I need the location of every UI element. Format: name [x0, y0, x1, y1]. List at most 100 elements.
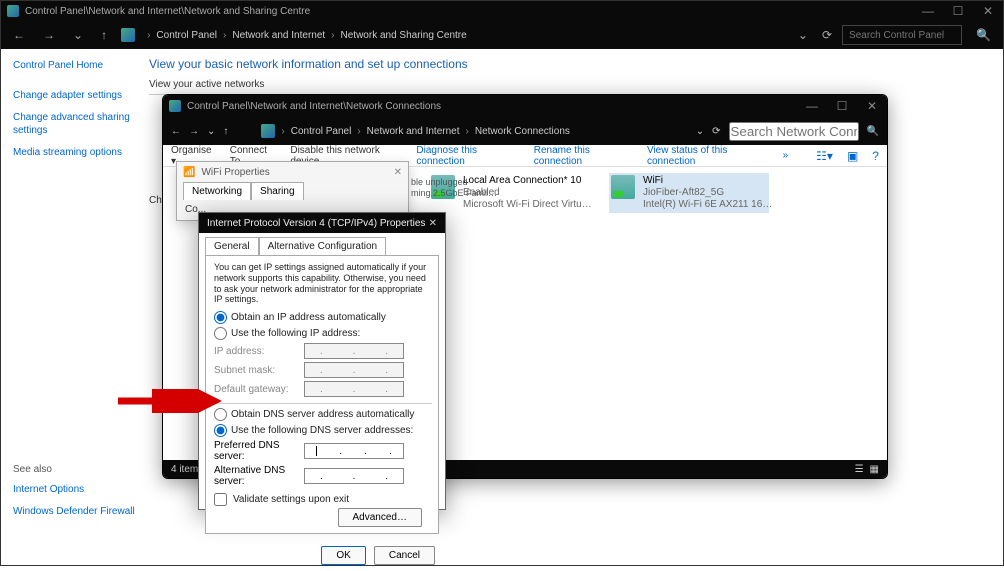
details-view-icon[interactable]: ☰ — [855, 464, 864, 475]
search-icon[interactable]: 🔍 — [972, 26, 995, 44]
nc-close[interactable]: ✕ — [857, 99, 887, 113]
nc-up[interactable]: ↑ — [223, 126, 228, 137]
ok-button[interactable]: OK — [321, 546, 365, 565]
ipv4-properties-dialog: Internet Protocol Version 4 (TCP/IPv4) P… — [198, 212, 446, 510]
diagnose-connection[interactable]: Diagnose this connection — [416, 145, 519, 167]
gateway-row: Default gateway: ... — [214, 381, 430, 397]
minimize-button[interactable]: — — [913, 4, 943, 18]
recent-button[interactable]: ⌄ — [69, 26, 87, 44]
tab-networking[interactable]: Networking — [183, 182, 251, 200]
radio-ip-manual-row[interactable]: Use the following IP address: — [214, 327, 430, 340]
alt-dns-label: Alternative DNS server: — [214, 465, 304, 487]
ipv4-tabs: General Alternative Configuration — [199, 233, 445, 255]
advanced-button[interactable]: Advanced… — [338, 508, 422, 527]
ip-address-input: ... — [304, 343, 404, 359]
nc-crumb-3[interactable]: Network Connections — [475, 126, 570, 137]
crumb-dropdown-icon[interactable]: ⌄ — [794, 26, 812, 44]
radio-ip-manual-label: Use the following IP address: — [231, 328, 360, 339]
sidebar-link-media[interactable]: Media streaming options — [13, 146, 137, 159]
ipv4-buttons: OK Cancel — [199, 540, 445, 571]
back-button[interactable]: ← — [9, 26, 29, 44]
crumb-1[interactable]: Control Panel — [156, 30, 217, 41]
sidebar-link-sharing[interactable]: Change advanced sharing settings — [13, 111, 137, 137]
adapter-device: Microsoft Wi-Fi Direct Virtual Ada... — [463, 199, 593, 211]
nc-forward[interactable]: → — [189, 126, 199, 137]
radio-dns-manual-label: Use the following DNS server addresses: — [231, 425, 413, 436]
nc-dropdown-icon[interactable]: ⌄ — [696, 126, 704, 137]
validate-checkbox[interactable] — [214, 493, 227, 506]
nc-search-input[interactable] — [729, 122, 859, 141]
preferred-dns-input[interactable]: ... — [304, 443, 404, 459]
ipv4-title: Internet Protocol Version 4 (TCP/IPv4) P… — [207, 218, 425, 229]
subnet-input: ... — [304, 362, 404, 378]
nc-search-icon[interactable]: 🔍 — [867, 126, 879, 137]
radio-ip-auto-row[interactable]: Obtain an IP address automatically — [214, 311, 430, 324]
ipv4-close[interactable]: ✕ — [429, 218, 437, 229]
gateway-label: Default gateway: — [214, 384, 304, 395]
validate-row[interactable]: Validate settings upon exit — [214, 493, 430, 506]
wifi-titlebar: 📶 WiFi Properties ✕ — [177, 162, 408, 182]
radio-ip-auto-label: Obtain an IP address automatically — [231, 312, 386, 323]
alt-dns-input[interactable]: ... — [304, 468, 404, 484]
tab-alt-config[interactable]: Alternative Configuration — [259, 237, 387, 255]
wifi-adapter-icon — [611, 175, 635, 199]
folder-icon — [169, 100, 181, 112]
up-button[interactable]: ↑ — [97, 26, 111, 44]
view-status[interactable]: View status of this connection — [647, 145, 769, 167]
nc-recent[interactable]: ⌄ — [207, 126, 215, 137]
preferred-dns-label: Preferred DNS server: — [214, 440, 304, 462]
nc-maximize[interactable]: ☐ — [827, 99, 857, 113]
nc-toolbar: ← → ⌄ ↑ Control Panel Network and Intern… — [163, 117, 887, 145]
hidden-adapter-fragment: ble unplugged ming 2.5GbE Family Co... — [411, 177, 501, 199]
radio-dns-auto-row[interactable]: Obtain DNS server address automatically — [214, 408, 430, 421]
subnet-row: Subnet mask: ... — [214, 362, 430, 378]
nc-minimize[interactable]: — — [797, 99, 827, 113]
radio-dns-manual-row[interactable]: Use the following DNS server addresses: — [214, 424, 430, 437]
close-button[interactable]: ✕ — [973, 4, 1003, 18]
tab-general[interactable]: General — [205, 237, 259, 255]
wifi-title: WiFi Properties — [201, 167, 269, 178]
tiles-view-icon[interactable]: ▦ — [870, 464, 879, 475]
forward-button[interactable]: → — [39, 26, 59, 44]
ipv4-description: You can get IP settings assigned automat… — [214, 262, 430, 305]
wifi-tabs: Networking Sharing — [177, 182, 408, 200]
maximize-button[interactable]: ☐ — [943, 4, 973, 18]
page-heading: View your basic network information and … — [149, 57, 1003, 71]
ipv4-general-pane: You can get IP settings assigned automat… — [205, 255, 439, 534]
sidebar-home[interactable]: Control Panel Home — [13, 59, 137, 72]
nc-titlebar: Control Panel\Network and Internet\Netwo… — [163, 95, 887, 117]
cancel-button[interactable]: Cancel — [374, 546, 435, 565]
breadcrumb-icon — [121, 28, 135, 42]
crumb-3[interactable]: Network and Sharing Centre — [341, 30, 467, 41]
nc-back[interactable]: ← — [171, 126, 181, 137]
nc-refresh[interactable]: ⟳ — [712, 126, 720, 137]
view-options-icon[interactable]: ☷▾ — [816, 149, 833, 163]
more-commands[interactable]: » — [783, 150, 789, 161]
subnet-label: Subnet mask: — [214, 365, 304, 376]
nc-title: Control Panel\Network and Internet\Netwo… — [187, 101, 441, 112]
ip-address-row: IP address: ... — [214, 343, 430, 359]
tab-sharing[interactable]: Sharing — [251, 182, 303, 200]
main-titlebar: Control Panel\Network and Internet\Netwo… — [1, 1, 1003, 21]
seealso-internet-options[interactable]: Internet Options — [13, 483, 137, 496]
nc-crumb-1[interactable]: Control Panel — [291, 126, 352, 137]
seealso-firewall[interactable]: Windows Defender Firewall — [13, 505, 137, 518]
crumb-2[interactable]: Network and Internet — [232, 30, 325, 41]
alt-dns-row: Alternative DNS server: ... — [214, 465, 430, 487]
sidebar-link-adapter[interactable]: Change adapter settings — [13, 89, 137, 102]
rename-connection[interactable]: Rename this connection — [534, 145, 633, 167]
preview-pane-icon[interactable]: ▣ — [847, 149, 858, 163]
radio-ip-manual[interactable] — [214, 327, 227, 340]
wifi-close[interactable]: ✕ — [394, 167, 402, 178]
nc-crumb-2[interactable]: Network and Internet — [367, 126, 460, 137]
nc-window-controls: — ☐ ✕ — [797, 99, 887, 113]
wifi-icon: 📶 — [183, 167, 195, 178]
search-input[interactable] — [842, 25, 962, 45]
ip-address-label: IP address: — [214, 346, 304, 357]
help-icon[interactable]: ? — [872, 149, 879, 163]
radio-dns-manual[interactable] — [214, 424, 227, 437]
refresh-button[interactable]: ⟳ — [822, 28, 832, 42]
adapter-item-selected[interactable]: WiFi JioFiber-Aft82_5G Intel(R) Wi-Fi 6E… — [609, 173, 769, 213]
nc-breadcrumb: Control Panel Network and Internet Netwo… — [261, 124, 687, 138]
radio-ip-auto[interactable] — [214, 311, 227, 324]
